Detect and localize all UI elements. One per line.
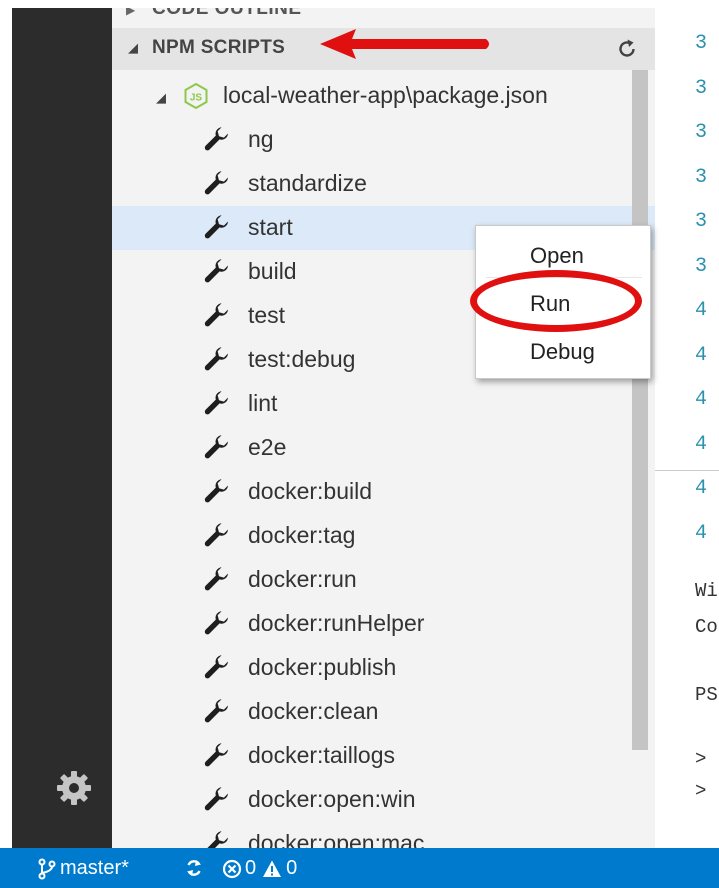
- terminal-line: Wi: [695, 580, 718, 602]
- wrench-icon: [204, 127, 230, 153]
- menu-item-open-label: Open: [530, 243, 584, 268]
- git-branch-indicator[interactable]: master*: [38, 857, 129, 880]
- sync-icon[interactable]: [184, 858, 204, 884]
- sidebar-scrollbar[interactable]: [632, 70, 648, 750]
- menu-item-debug[interactable]: Debug: [476, 332, 652, 372]
- npm-script-label: test: [248, 302, 286, 328]
- npm-script-label: docker:runHelper: [248, 610, 425, 636]
- wrench-icon: [204, 611, 230, 637]
- npm-script-label: start: [248, 214, 293, 240]
- line-number: 3: [695, 32, 708, 55]
- settings-gear-icon[interactable]: [50, 764, 98, 812]
- refresh-icon[interactable]: [612, 34, 642, 64]
- npm-script-label: docker:clean: [248, 698, 379, 724]
- npm-script-item[interactable]: docker:tag: [112, 514, 655, 558]
- line-number: 3: [695, 76, 708, 100]
- window-left-edge: [0, 0, 12, 848]
- npm-script-label: e2e: [248, 434, 287, 460]
- editor-area: 3 3 3 3 3 3 4 4 4 4 4 4 Wi Co PS > >: [655, 8, 719, 848]
- npm-script-label: docker:open:win: [248, 786, 416, 812]
- wrench-icon: [204, 435, 230, 461]
- npm-script-item[interactable]: e2e: [112, 426, 655, 470]
- expanded-twisty-icon[interactable]: ◢: [156, 90, 166, 106]
- svg-text:JS: JS: [190, 93, 203, 104]
- node-js-icon: JS: [184, 82, 208, 110]
- npm-script-label: build: [248, 258, 297, 284]
- line-number: 4: [695, 432, 708, 456]
- expanded-twisty-icon[interactable]: ◢: [128, 40, 138, 56]
- wrench-icon: [204, 347, 230, 373]
- wrench-icon: [204, 655, 230, 681]
- npm-scripts-label: NPM SCRIPTS: [152, 37, 286, 58]
- terminal-line: Co: [695, 616, 718, 638]
- npm-script-label: lint: [248, 390, 278, 416]
- wrench-icon: [204, 567, 230, 593]
- npm-script-item[interactable]: standardize: [112, 162, 655, 206]
- line-number: 4: [695, 477, 708, 500]
- warning-count: 0: [286, 857, 298, 879]
- package-json-node[interactable]: ◢ JS local-weather-app\package.json: [112, 74, 655, 118]
- window-top-edge: [0, 0, 719, 8]
- package-json-label: local-weather-app\package.json: [223, 82, 548, 108]
- wrench-icon: [204, 215, 230, 241]
- warning-icon: [263, 860, 282, 877]
- npm-script-label: test:debug: [248, 346, 356, 372]
- activity-bar: [12, 8, 112, 848]
- collapsed-twisty-icon[interactable]: ▶: [126, 8, 135, 17]
- annotation-arrow: [320, 29, 489, 59]
- error-icon: [222, 859, 242, 878]
- line-number: 4: [695, 521, 708, 545]
- npm-script-label: standardize: [248, 170, 367, 196]
- wrench-icon: [204, 523, 230, 549]
- wrench-icon: [204, 303, 230, 329]
- npm-script-label: docker:taillogs: [248, 742, 396, 768]
- npm-script-item[interactable]: docker:publish: [112, 646, 655, 690]
- npm-script-item[interactable]: ng: [112, 118, 655, 162]
- npm-script-item[interactable]: docker:open:win: [112, 778, 655, 822]
- terminal-line: PS: [695, 684, 718, 706]
- wrench-icon: [204, 743, 230, 769]
- line-number: 3: [695, 121, 708, 144]
- status-bar: master* 0 0: [0, 848, 719, 888]
- npm-script-item[interactable]: docker:run: [112, 558, 655, 602]
- npm-script-item[interactable]: lint: [112, 382, 655, 426]
- wrench-icon: [204, 171, 230, 197]
- annotation-circle: [470, 270, 642, 332]
- terminal-line: >: [695, 780, 707, 802]
- npm-script-label: docker:run: [248, 566, 357, 592]
- branch-name: master*: [60, 857, 129, 879]
- line-number: 3: [695, 165, 708, 189]
- npm-script-label: ng: [248, 126, 274, 152]
- npm-script-label: docker:build: [248, 478, 373, 504]
- menu-item-debug-label: Debug: [530, 339, 595, 364]
- error-count: 0: [245, 857, 257, 879]
- code-outline-label: CODE OUTLINE: [152, 8, 302, 19]
- line-number: 4: [695, 299, 708, 322]
- wrench-icon: [204, 259, 230, 285]
- npm-script-item[interactable]: docker:runHelper: [112, 602, 655, 646]
- wrench-icon: [204, 699, 230, 725]
- npm-script-item[interactable]: docker:taillogs: [112, 734, 655, 778]
- npm-script-item[interactable]: docker:clean: [112, 690, 655, 734]
- panel-divider: [655, 470, 719, 471]
- git-branch-icon: [38, 858, 56, 879]
- npm-script-label: docker:tag: [248, 522, 356, 548]
- wrench-icon: [204, 479, 230, 505]
- npm-script-label: docker:publish: [248, 654, 397, 680]
- code-outline-header[interactable]: ▶ CODE OUTLINE: [112, 8, 655, 22]
- wrench-icon: [204, 787, 230, 813]
- npm-script-item[interactable]: docker:build: [112, 470, 655, 514]
- npm-script-item[interactable]: docker:open:mac: [112, 822, 655, 848]
- line-number-gutter: 3 3 3 3 3 3 4 4 4 4 4 4: [695, 22, 707, 556]
- npm-script-label: docker:open:mac: [248, 830, 425, 848]
- problems-indicator[interactable]: 0 0: [222, 857, 297, 880]
- terminal-line: >: [695, 748, 707, 770]
- wrench-icon: [204, 831, 230, 848]
- line-number: 4: [695, 388, 708, 411]
- line-number: 3: [695, 254, 708, 278]
- line-number: 4: [695, 343, 708, 367]
- wrench-icon: [204, 391, 230, 417]
- line-number: 3: [695, 210, 708, 233]
- explorer-sidebar: ▶ CODE OUTLINE ◢ NPM SCRIPTS ◢ JS local-…: [112, 8, 655, 848]
